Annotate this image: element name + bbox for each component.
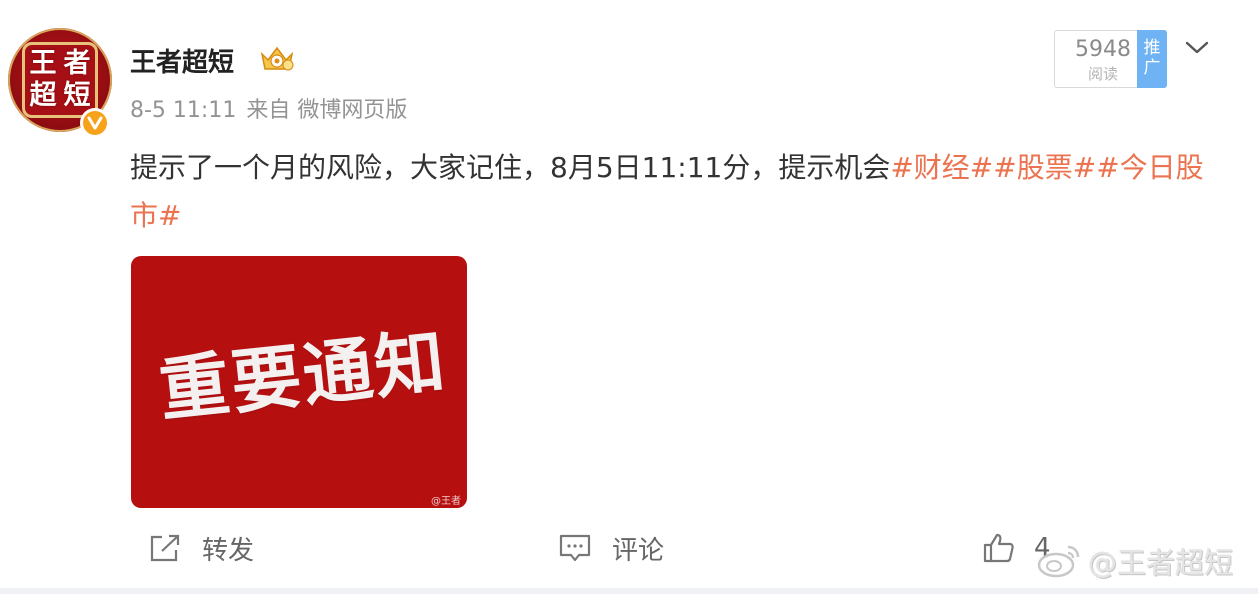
chevron-down-icon[interactable] xyxy=(1184,38,1210,58)
repost-icon xyxy=(150,534,180,562)
post-source: 来自 微博网页版 xyxy=(246,98,408,123)
thumbs-up-icon xyxy=(983,533,1014,563)
avatar-char: 者 xyxy=(63,48,91,79)
verified-v-icon xyxy=(80,108,110,138)
post-body: 提示了一个月的风险，大家记住，8月5日11:11分，提示机会 xyxy=(130,151,891,184)
read-label: 阅读 xyxy=(1087,65,1118,83)
repost-button[interactable]: 转发 xyxy=(148,528,254,568)
avatar-char: 短 xyxy=(63,80,91,111)
promote-button[interactable]: 推广 xyxy=(1137,30,1167,88)
post-meta: 8-5 11:11 来自 微博网页版 xyxy=(130,92,417,124)
image-caption: 重要通知 xyxy=(155,319,451,432)
weibo-watermark: @王者超短 xyxy=(1036,540,1233,582)
image-watermark: @王者 xyxy=(431,496,461,507)
read-count-box: 5948 阅读 推广 xyxy=(1054,30,1167,88)
crown-member-icon[interactable] xyxy=(258,44,296,74)
feed-divider xyxy=(0,588,1258,594)
avatar-logo: 王 者 超 短 xyxy=(22,42,98,118)
hashtag-link[interactable]: #财经# xyxy=(890,151,993,184)
post-image[interactable]: 重要通知 @王者 xyxy=(131,256,467,508)
comment-icon xyxy=(559,534,591,562)
weibo-post-card: 王 者 超 短 王者超短 8-5 11:11 来自 微博网页版 5948 阅读 推… xyxy=(0,0,1258,588)
watermark-text: @王者超短 xyxy=(1088,546,1234,580)
read-count: 5948 xyxy=(1075,37,1131,62)
hashtag-link[interactable]: #股票# xyxy=(993,151,1096,184)
post-time[interactable]: 8-5 11:11 xyxy=(130,98,236,123)
repost-label: 转发 xyxy=(202,535,255,566)
comment-button[interactable]: 评论 xyxy=(558,528,664,568)
weibo-logo-icon xyxy=(1037,545,1080,578)
post-text: 提示了一个月的风险，大家记住，8月5日11:11分，提示机会#财经##股票##今… xyxy=(130,144,1220,240)
username[interactable]: 王者超短 xyxy=(130,42,234,79)
avatar-char: 王 xyxy=(29,48,57,79)
comment-label: 评论 xyxy=(612,535,665,566)
avatar-char: 超 xyxy=(29,80,57,111)
